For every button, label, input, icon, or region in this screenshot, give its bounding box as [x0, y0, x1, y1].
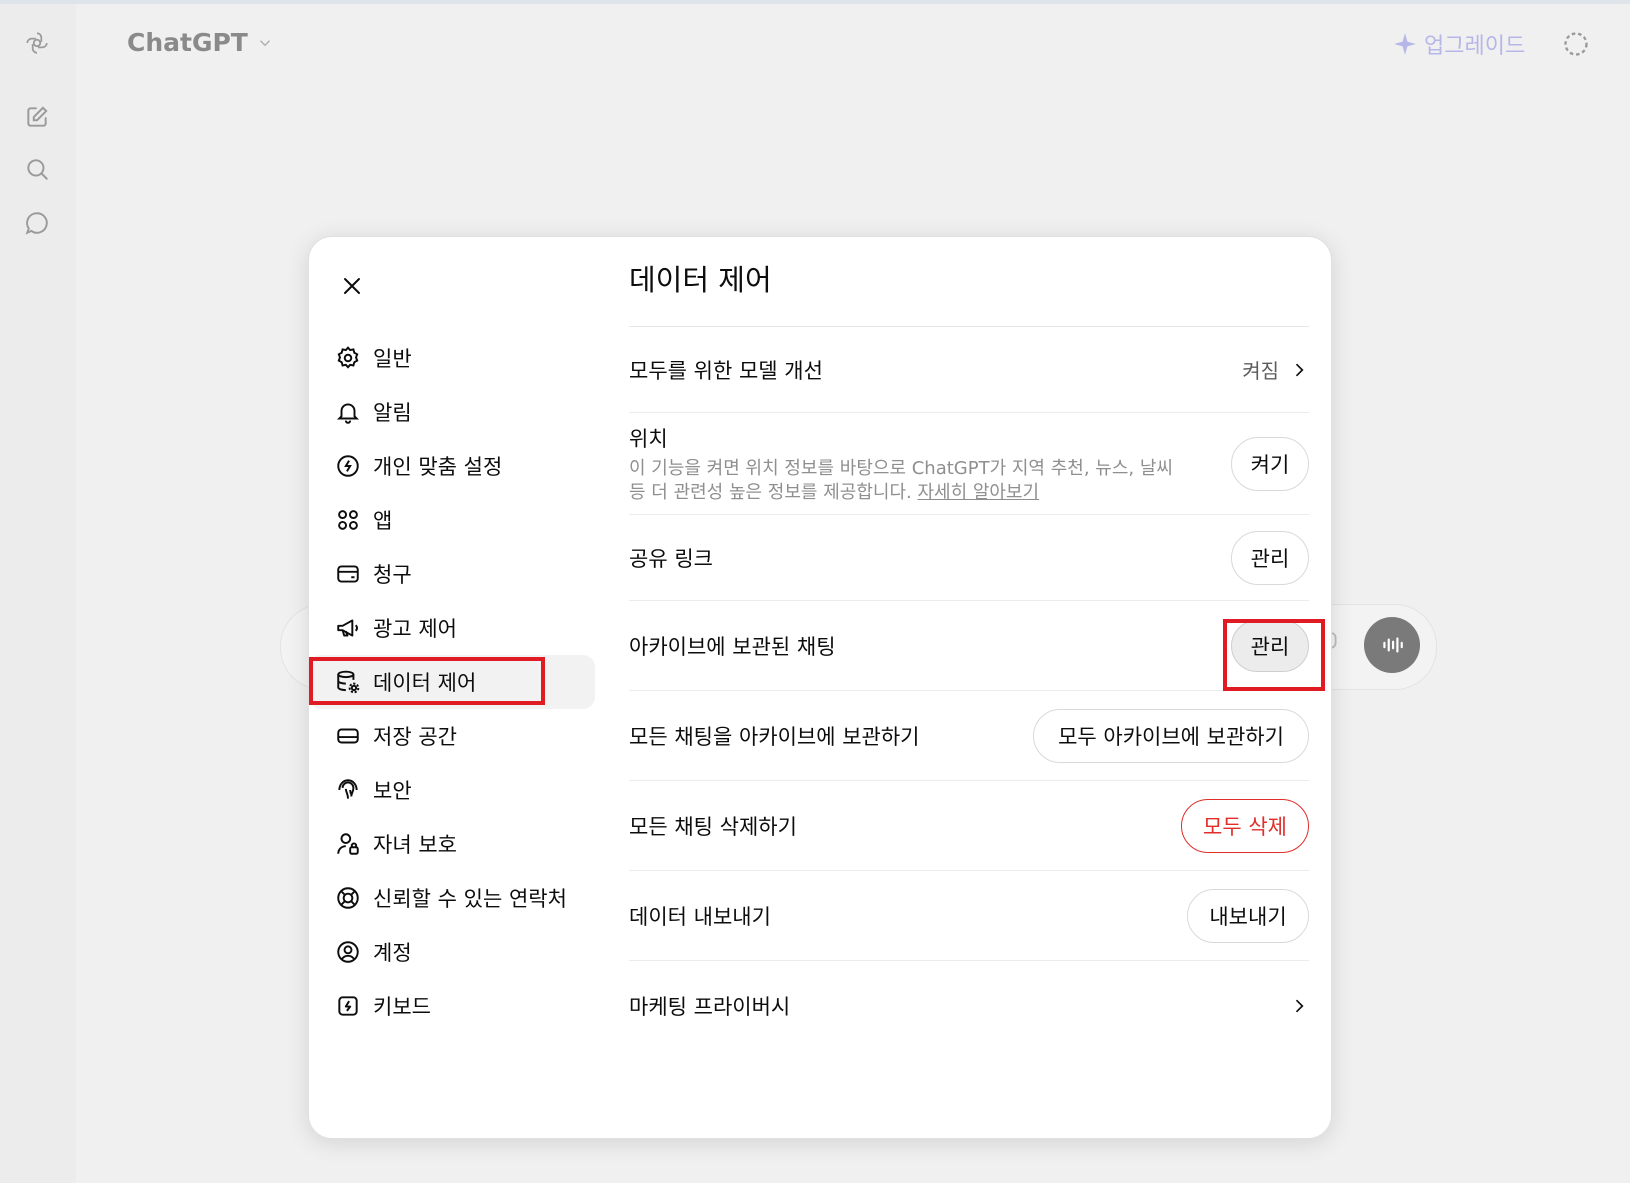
- row-delete-all: 모든 채팅 삭제하기 모두 삭제: [629, 781, 1309, 871]
- nav-item-storage[interactable]: 저장 공간: [309, 709, 595, 763]
- left-sidebar-rail: [0, 4, 76, 1183]
- location-text-block: 위치 이 기능을 켜면 위치 정보를 바탕으로 ChatGPT가 지역 추천, …: [629, 423, 1199, 505]
- highlight-box: [1223, 619, 1325, 691]
- row-label: 공유 링크: [629, 546, 713, 571]
- location-desc-line1: 이 기능을 켜면 위치 정보를 바탕으로 ChatGPT가 지역 추천, 뉴스,…: [629, 457, 1173, 479]
- openai-logo-icon[interactable]: [22, 28, 52, 58]
- location-description: 이 기능을 켜면 위치 정보를 바탕으로 ChatGPT가 지역 추천, 뉴스,…: [629, 457, 1199, 505]
- nav-item-data-control[interactable]: 데이터 제어: [309, 655, 595, 709]
- nav-item-security[interactable]: 보안: [309, 763, 595, 817]
- database-gear-icon: [337, 670, 360, 694]
- location-on-button[interactable]: 켜기: [1231, 436, 1309, 491]
- nav-item-keyboard[interactable]: 키보드: [309, 979, 595, 1033]
- chat-bubble-icon[interactable]: [22, 208, 52, 238]
- nav-item-account[interactable]: 계정: [309, 925, 595, 979]
- top-border: [0, 0, 1630, 4]
- row-label: 모두를 위한 모델 개선: [629, 358, 823, 383]
- gear-icon: [337, 346, 359, 369]
- nav-item-trusted-contacts[interactable]: 신뢰할 수 있는 연락처: [309, 871, 595, 925]
- nav-item-label: 개인 맞춤 설정: [373, 455, 503, 479]
- row-label: 모든 채팅 삭제하기: [629, 814, 797, 839]
- archive-all-button[interactable]: 모두 아카이브에 보관하기: [1033, 708, 1309, 763]
- brand-title: ChatGPT: [127, 28, 248, 57]
- nav-item-general[interactable]: 일반: [309, 331, 595, 385]
- close-button[interactable]: [333, 267, 371, 305]
- chevron-right-icon: [1295, 363, 1304, 376]
- nav-item-parental-controls[interactable]: 자녀 보호: [309, 817, 595, 871]
- export-button[interactable]: 내보내기: [1187, 888, 1309, 943]
- bell-icon: [336, 403, 360, 424]
- nav-item-label: 광고 제어: [373, 617, 457, 641]
- temporary-chat-icon[interactable]: [1562, 30, 1590, 58]
- account-circle-icon: [337, 941, 359, 963]
- chevron-down-icon: [259, 39, 270, 46]
- shield-security-icon: [338, 779, 358, 799]
- new-chat-icon[interactable]: [22, 102, 52, 132]
- row-archived-chats: 아카이브에 보관된 채팅 관리: [629, 601, 1309, 691]
- nav-item-label: 저장 공간: [373, 725, 457, 749]
- waveform-icon: [1383, 637, 1403, 653]
- nav-item-label: 알림: [373, 401, 412, 425]
- nav-item-label: 보안: [373, 779, 412, 803]
- row-label: 마케팅 프라이버시: [629, 995, 791, 1019]
- row-label: 위치: [629, 426, 668, 451]
- row-location: 위치 이 기능을 켜면 위치 정보를 바탕으로 ChatGPT가 지역 추천, …: [629, 413, 1309, 515]
- nav-item-label: 청구: [373, 563, 412, 587]
- keyboard-icon: [338, 996, 358, 1016]
- parental-user-icon: [337, 833, 359, 855]
- row-label: 모든 채팅을 아카이브에 보관하기: [629, 724, 920, 749]
- nav-item-label: 데이터 제어: [373, 671, 477, 695]
- nav-item-label: 신뢰할 수 있는 연락처: [373, 887, 567, 911]
- settings-modal: 일반 알림 개인 맞춤 설정 앱 청구 광고 제어 데이터 제어 저장 공간 보…: [308, 236, 1332, 1139]
- storage-icon: [337, 728, 359, 744]
- personalization-icon: [337, 455, 359, 477]
- upgrade-button[interactable]: 업그레이드: [1392, 28, 1525, 60]
- delete-all-button[interactable]: 모두 삭제: [1181, 798, 1309, 853]
- chevron-right-icon: [1295, 999, 1304, 1013]
- lifebuoy-icon: [337, 887, 359, 909]
- row-label: 아카이브에 보관된 채팅: [629, 634, 836, 659]
- row-export-data: 데이터 내보내기 내보내기: [629, 871, 1309, 961]
- settings-nav: 일반 알림 개인 맞춤 설정 앱 청구 광고 제어 데이터 제어 저장 공간 보…: [309, 331, 595, 1033]
- status-value: 켜짐: [1242, 359, 1279, 383]
- apps-icon: [338, 510, 358, 530]
- billing-card-icon: [337, 565, 359, 583]
- model-selector[interactable]: ChatGPT: [127, 28, 274, 57]
- nav-item-label: 자녀 보호: [373, 833, 457, 857]
- megaphone-icon: [337, 619, 358, 637]
- location-desc-line2: 등 더 관련성 높은 정보를 제공합니다.: [629, 481, 912, 503]
- nav-item-ad-control[interactable]: 광고 제어: [309, 601, 595, 655]
- nav-item-label: 계정: [373, 941, 412, 965]
- nav-item-label: 일반: [373, 347, 412, 371]
- manage-shared-links-button[interactable]: 관리: [1231, 530, 1309, 585]
- nav-item-billing[interactable]: 청구: [309, 547, 595, 601]
- row-marketing-privacy[interactable]: 마케팅 프라이버시: [629, 961, 1309, 1051]
- close-icon: [344, 278, 360, 294]
- row-improve-model[interactable]: 모두를 위한 모델 개선 켜짐: [629, 327, 1309, 413]
- row-archive-all: 모든 채팅을 아카이브에 보관하기 모두 아카이브에 보관하기: [629, 691, 1309, 781]
- nav-item-personalization[interactable]: 개인 맞춤 설정: [309, 439, 595, 493]
- voice-mode-button[interactable]: [1364, 617, 1420, 673]
- page-title: 데이터 제어: [629, 263, 772, 297]
- nav-item-notifications[interactable]: 알림: [309, 385, 595, 439]
- upgrade-label: 업그레이드: [1424, 34, 1526, 59]
- nav-item-apps[interactable]: 앱: [309, 493, 595, 547]
- learn-more-link[interactable]: 자세히 알아보기: [917, 482, 1039, 503]
- sparkle-icon: [1394, 33, 1416, 55]
- nav-item-label: 앱: [373, 509, 393, 533]
- row-value: 켜짐: [1242, 355, 1309, 384]
- row-shared-links: 공유 링크 관리: [629, 515, 1309, 601]
- nav-item-label: 키보드: [373, 995, 431, 1019]
- search-icon[interactable]: [22, 154, 52, 184]
- row-chevron: [1289, 996, 1309, 1016]
- row-label: 데이터 내보내기: [629, 904, 771, 929]
